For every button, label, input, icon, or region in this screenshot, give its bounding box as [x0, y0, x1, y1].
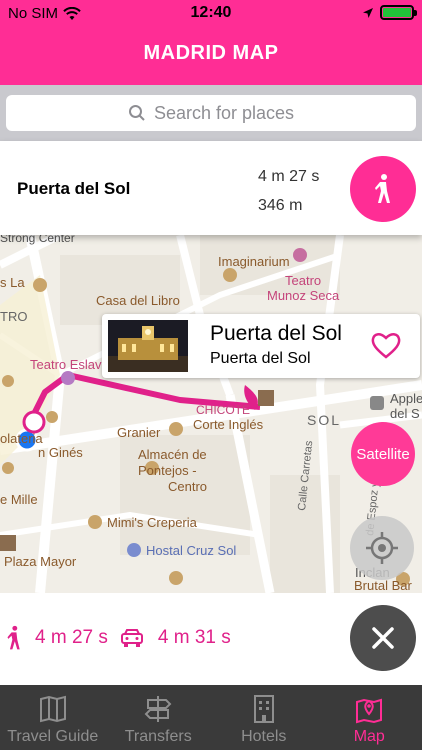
tab-label: Transfers [124, 728, 192, 745]
walking-icon [375, 174, 390, 203]
destination-card: Puerta del Sol 4 m 27 s 346 m [0, 141, 422, 235]
map-label-munoz-seca: Munoz Seca [267, 288, 340, 303]
tab-bar: Travel Guide Transfers Hotels Map [0, 685, 422, 750]
map-label-brutal: Brutal Bar [354, 578, 412, 593]
map-label-almacen: Almacén de [138, 447, 207, 462]
close-icon [372, 627, 394, 649]
battery-icon [380, 5, 417, 20]
map-label-teatro-eslava: Teatro Eslav [30, 357, 102, 372]
car-icon [120, 629, 143, 647]
header-bar: No SIM 12:40 MADRID MAP [0, 0, 422, 85]
tab-label: Map [353, 728, 385, 745]
popup-subtitle: Puerta del Sol [210, 350, 311, 367]
map-book-icon [39, 695, 66, 723]
route-summary: 4 m 27 s 4 m 31 s [0, 593, 422, 685]
search-input[interactable]: Search for places [6, 95, 416, 131]
map-label-pontejos: Pontejos - [138, 463, 197, 478]
destination-time: 4 m 27 s [258, 168, 320, 185]
status-right [362, 5, 417, 20]
map-label-chicote: CHICOTE [196, 403, 250, 417]
tab-map[interactable]: Map [317, 685, 422, 750]
map-label-centro: Centro [168, 479, 208, 494]
locate-me-button[interactable] [350, 516, 414, 580]
close-route-button[interactable] [350, 605, 416, 671]
search-icon [128, 105, 145, 121]
walk-time: 4 m 27 s [35, 627, 108, 648]
page-title: MADRID MAP [143, 42, 279, 64]
tab-label: Hotels [241, 728, 287, 745]
destination-name: Puerta del Sol [17, 179, 131, 198]
satellite-button[interactable]: Satellite [351, 422, 415, 486]
map-label-center: Strong Center [0, 235, 75, 245]
map-label-imaginarium: Imaginarium [218, 254, 290, 269]
heart-icon[interactable] [370, 330, 402, 360]
map-label-corte-ingles: Corte Inglés [193, 417, 264, 432]
tab-label: Travel Guide [7, 728, 99, 745]
location-arrow-icon [363, 7, 373, 18]
map-pin-icon [356, 698, 383, 724]
map-label-tro: TRO [0, 309, 28, 324]
route-times: 4 m 27 s 4 m 31 s [5, 625, 231, 651]
map-label-la: s La [0, 275, 25, 290]
crosshair-icon [366, 532, 398, 564]
map-label-casa-del-libro: Casa del Libro [96, 293, 180, 308]
search-placeholder: Search for places [153, 102, 295, 123]
car-time: 4 m 31 s [157, 627, 231, 648]
map-label-granier: Granier [117, 425, 161, 440]
search-bar: Search for places [0, 85, 422, 141]
place-thumbnail [108, 320, 188, 372]
clock: 12:40 [190, 4, 232, 21]
building-icon [253, 695, 274, 723]
place-popup[interactable]: Puerta del Sol Puerta del Sol [102, 314, 420, 378]
tab-transfers[interactable]: Transfers [106, 685, 212, 750]
walk-mode-button[interactable] [350, 156, 416, 222]
tab-travel-guide[interactable]: Travel Guide [0, 685, 106, 750]
tab-hotels[interactable]: Hotels [211, 685, 317, 750]
map-label-gines: n Ginés [38, 445, 83, 460]
signpost-icon [144, 696, 172, 722]
map-label-mimis: Mimi's Creperia [107, 515, 197, 530]
map-view[interactable]: Imaginarium Teatro Munoz Seca Casa del L… [0, 235, 422, 593]
status-bar: No SIM 12:40 [0, 0, 422, 26]
map-label-teatro: Teatro [285, 273, 322, 288]
walking-icon [7, 625, 20, 650]
destination-distance: 346 m [258, 197, 303, 214]
map-label-hostal: Hostal Cruz Sol [146, 543, 237, 558]
map-label-sol: SOL [307, 412, 342, 428]
map-label-apple-2: del S [390, 406, 420, 421]
map-label-mille: e Mille [0, 492, 38, 507]
popup-title: Puerta del Sol [210, 322, 342, 345]
map-label-plaza-mayor: Plaza Mayor [4, 554, 77, 569]
map-label-olateria: olateria [0, 431, 43, 446]
map-label-apple: Apple [390, 391, 422, 406]
